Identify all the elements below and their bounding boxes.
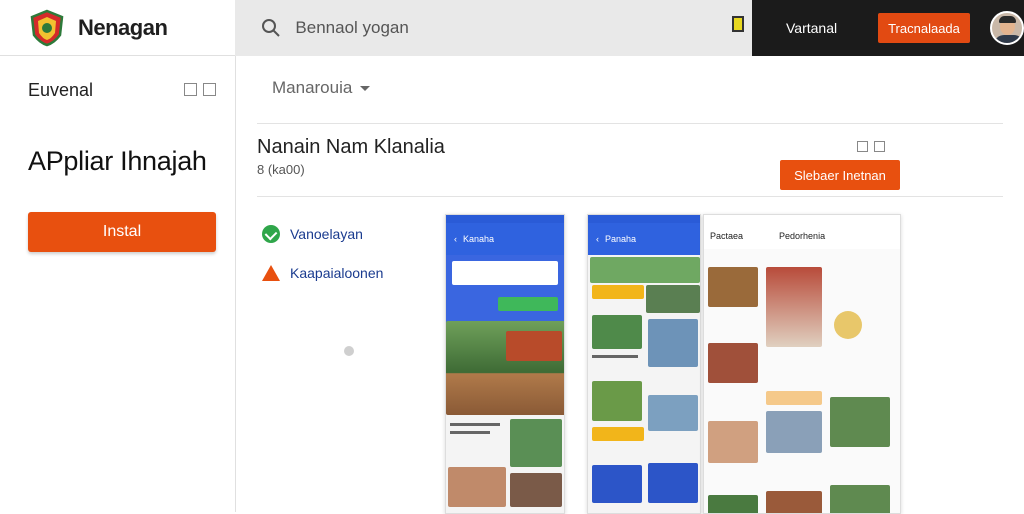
feature-item: Vanoelayan (262, 225, 363, 243)
phone-photo (834, 311, 862, 339)
divider (257, 196, 1003, 197)
phone-photo (510, 473, 562, 507)
phone-photo (646, 285, 700, 313)
screenshot-phone-3[interactable]: Pactaea Pedorhenia (703, 214, 901, 514)
phone-card (592, 465, 642, 503)
phone-status-bar (704, 215, 900, 223)
check-circle-icon (262, 225, 280, 243)
action-button[interactable]: Slebaer Inetnan (780, 160, 900, 190)
bookmark-icon[interactable] (203, 83, 216, 96)
phone-tag (592, 285, 644, 299)
search-input[interactable] (295, 18, 716, 38)
phone-photo (592, 381, 642, 421)
brand-logo-icon (30, 9, 64, 46)
phone-search-card (452, 261, 558, 285)
search-icon[interactable] (261, 18, 281, 38)
account-label[interactable]: Vartanal (786, 20, 856, 36)
sidebar-icons (184, 83, 216, 96)
item-title: Nanain Nam Klanalia (257, 136, 445, 158)
phone-tag (766, 391, 822, 405)
app-title: APpliar Ihnajah (28, 146, 207, 176)
back-arrow-icon: ‹ (596, 234, 599, 244)
phone-photo (830, 397, 890, 447)
phone-status-bar (446, 215, 564, 223)
phone-photo-roof (506, 331, 562, 361)
text-line (450, 431, 490, 434)
search-bar (235, 0, 752, 56)
phone-photo (708, 267, 758, 307)
phone-app-bar: Pactaea Pedorhenia (704, 223, 900, 249)
phone-green-button (498, 297, 558, 311)
phone-tag (592, 427, 644, 441)
item-icons (857, 141, 885, 152)
top-bar: Nenagan Vartanal Tracnalaada (0, 0, 1024, 56)
feature-item: Kaapaialoonen (262, 265, 383, 281)
phone-app-bar: ‹ Panaha (588, 223, 700, 255)
phone-photo (708, 421, 758, 463)
phone-photo (708, 343, 758, 383)
install-button[interactable]: Instal (28, 212, 216, 252)
phone-photo (592, 315, 642, 349)
screenshot-phone-1[interactable]: ‹ Kanaha (445, 214, 565, 514)
text-line (592, 355, 638, 358)
phone-title: Panaha (605, 234, 637, 244)
sidebar-title: Euvenal (28, 80, 94, 100)
divider (257, 123, 1003, 124)
feature-label: Kaapaialoonen (290, 265, 384, 281)
chevron-down-icon (360, 85, 371, 91)
dropdown-label: Manarouia (272, 78, 353, 97)
screenshot-phone-2[interactable]: ‹ Panaha (587, 214, 701, 514)
item-meta: 8 (ka00) (257, 162, 305, 177)
phone-photo (590, 257, 700, 283)
phone-photo (766, 267, 822, 347)
sidebar: Euvenal APpliar Ihnajah Instal (0, 56, 236, 512)
share-icon[interactable] (184, 83, 197, 96)
phone-photo (766, 411, 822, 453)
phone-status-bar (588, 215, 700, 223)
brand[interactable]: Nenagan (0, 0, 236, 56)
avatar[interactable] (990, 11, 1024, 45)
phone-card (648, 463, 698, 503)
phone-photo (510, 419, 562, 467)
back-arrow-icon: ‹ (454, 234, 457, 244)
avatar-hair (999, 16, 1016, 23)
share-icon[interactable] (857, 141, 868, 152)
bookmark-icon[interactable] (874, 141, 885, 152)
text-line (450, 423, 500, 426)
mic-icon[interactable] (732, 16, 744, 32)
phone-title: Kanaha (463, 234, 495, 244)
phone-title: Pedorhenia (779, 231, 826, 241)
phone-photo (648, 319, 698, 367)
warning-icon (262, 265, 280, 281)
phone-photo (448, 467, 506, 507)
brand-name: Nenagan (78, 14, 168, 40)
avatar-suit (994, 35, 1022, 43)
account-bar: Vartanal Tracnalaada (752, 0, 1024, 56)
phone-app-bar: ‹ Kanaha (446, 223, 564, 255)
phone-photo (766, 491, 822, 513)
carousel-dot[interactable] (344, 346, 354, 356)
phone-photo (830, 485, 890, 513)
category-dropdown[interactable]: Manarouia (272, 78, 371, 98)
phone-title: Pactaea (710, 231, 744, 241)
phone-photo (648, 395, 698, 431)
phone-photo (708, 495, 758, 513)
feature-label: Vanoelayan (290, 226, 363, 242)
top-cta-button[interactable]: Tracnalaada (878, 13, 970, 43)
main-content: Manarouia Nanain Nam Klanalia 8 (ka00) S… (237, 56, 1024, 514)
